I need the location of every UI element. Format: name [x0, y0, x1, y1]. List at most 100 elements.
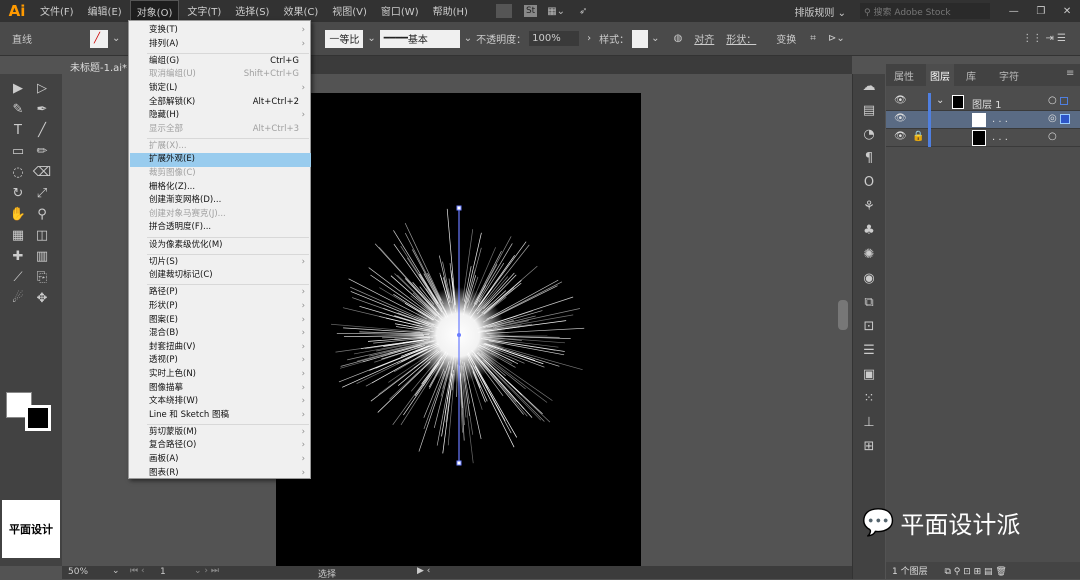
hand-tool-icon[interactable]: ✋ [8, 206, 28, 224]
slice-tool-icon[interactable]: ⟋ [8, 269, 28, 287]
target-icon[interactable]: ○ [1048, 95, 1057, 106]
menu-item[interactable]: 裁剪图像(C) [130, 167, 311, 181]
eyedropper-tool-icon[interactable]: ✚ [8, 248, 28, 266]
menu-1[interactable]: 编辑(E) [82, 0, 128, 23]
rotate-tool-icon[interactable]: ↻ [8, 185, 28, 203]
close-icon[interactable]: ✕ [1063, 6, 1071, 17]
panel-icon[interactable]: ♣ [859, 222, 879, 240]
panel-icon[interactable]: ◉ [859, 270, 879, 288]
menu-item[interactable]: 透视(P)› [130, 354, 311, 368]
menu-item[interactable]: 取消编组(U)Shift+Ctrl+G [130, 68, 311, 82]
menu-item[interactable]: 切片(S)› [130, 256, 311, 270]
artboard-tool-icon[interactable]: ⎘ [32, 269, 52, 287]
eye-icon[interactable]: 👁 [894, 113, 907, 124]
panel-options-icon[interactable]: ⋮⋮ ⇥ ☰ [1022, 33, 1066, 44]
zoom-tool-icon[interactable]: ⚲ [32, 206, 52, 224]
minimize-icon[interactable]: — [1009, 6, 1019, 17]
chevron-down-icon[interactable]: ⌄ [936, 95, 944, 106]
curvature-tool-icon[interactable]: ✒ [32, 101, 52, 119]
eye-icon[interactable]: 👁 [894, 131, 907, 142]
panel-icon[interactable]: ⁙ [859, 390, 879, 408]
tab-libraries[interactable]: 库 [966, 68, 976, 83]
tab-layers[interactable]: 图层 [926, 64, 954, 87]
menu-item[interactable]: 变换(T)› [130, 24, 311, 38]
style-swatch[interactable] [632, 30, 648, 48]
menu-item[interactable]: 文本绕排(W)› [130, 395, 311, 409]
panel-icon[interactable]: ✺ [859, 246, 879, 264]
panel-icon[interactable]: O [859, 174, 879, 192]
menu-item[interactable]: 显示全部Alt+Ctrl+3 [130, 123, 311, 137]
menu-item[interactable]: 图案(E)› [130, 314, 311, 328]
panel-menu-icon[interactable]: ≡ [1066, 68, 1074, 79]
chevron-down-icon[interactable]: ⌄ [112, 33, 120, 44]
layer-name[interactable]: . . . [992, 114, 1008, 125]
chevron-right-icon[interactable]: › [587, 33, 591, 44]
fill-stroke-swatch[interactable] [6, 392, 32, 418]
panel-icon[interactable]: ¶ [859, 150, 879, 168]
menu-8[interactable]: 帮助(H) [427, 0, 474, 23]
arrange-documents-icon[interactable]: ▦⌄ [547, 6, 565, 17]
menu-item[interactable]: 创建裁切标记(C) [130, 269, 311, 283]
menu-6[interactable]: 视图(V) [326, 0, 373, 23]
workspace-switcher[interactable]: 排版规则 ⌄ [794, 4, 846, 19]
menu-item[interactable]: 复合路径(O)› [130, 439, 311, 453]
layer-name[interactable]: . . . [992, 132, 1008, 143]
panel-icon[interactable]: ⊞ [859, 438, 879, 456]
stock-search-input[interactable]: ⚲ 搜索 Adobe Stock [860, 3, 990, 19]
eye-icon[interactable]: 👁 [894, 95, 907, 106]
zoom-level[interactable]: 50% [68, 567, 88, 577]
menu-item[interactable]: 画板(A)› [130, 453, 311, 467]
layer-row[interactable]: 👁 🔒 . . . ○ [886, 129, 1080, 147]
play-icon[interactable]: ▶ ‹ [417, 566, 430, 576]
eraser-tool-icon[interactable]: ⌫ [32, 164, 52, 182]
next-artboard-icon[interactable]: ⌄ › ⏭ [194, 566, 219, 576]
panel-icon[interactable]: ▤ [859, 102, 879, 120]
transform-link[interactable]: 变换 [776, 31, 796, 46]
panel-icon[interactable]: ⊡ [859, 318, 879, 336]
menu-0[interactable]: 文件(F) [34, 0, 80, 23]
target-icon[interactable]: ◎ [1048, 113, 1057, 124]
layer-row[interactable]: 👁 ⌄ 图层 1 ○ [886, 93, 1080, 111]
stroke-profile-select[interactable]: — 等比 [325, 30, 363, 48]
menu-item[interactable]: 图表(R)› [130, 467, 311, 481]
selection-tool-icon[interactable]: ▶ [8, 80, 28, 98]
vertical-scrollbar[interactable] [838, 300, 848, 330]
menu-item[interactable]: 全部解锁(K)Alt+Ctrl+2 [130, 96, 311, 110]
selection-indicator[interactable] [1060, 114, 1070, 124]
lock-icon[interactable]: 🔒 [912, 131, 924, 142]
first-artboard-icon[interactable]: ⏮ ‹ [130, 566, 145, 576]
align-link[interactable]: 对齐 [694, 31, 714, 46]
recolor-icon[interactable]: ◍ [674, 33, 683, 44]
scale-tool-icon[interactable]: ⤢ [32, 185, 52, 203]
more-options-icon[interactable]: ⊳⌄ [828, 33, 845, 44]
menu-item[interactable]: 扩展(X)... [130, 140, 311, 154]
menu-item[interactable]: 栅格化(Z)... [130, 181, 311, 195]
tab-properties[interactable]: 属性 [894, 68, 914, 83]
stock-icon[interactable]: St [524, 5, 537, 17]
isolate-icon[interactable]: ⌗ [810, 33, 816, 44]
tab-character[interactable]: 字符 [999, 68, 1019, 83]
shape-link[interactable]: 形状： [726, 31, 756, 46]
type-tool-icon[interactable]: T [8, 122, 28, 140]
menu-item[interactable]: 路径(P)› [130, 286, 311, 300]
line-tool-icon[interactable]: ╱ [32, 122, 52, 140]
menu-item[interactable]: 形状(P)› [130, 300, 311, 314]
panel-icon[interactable]: ▣ [859, 366, 879, 384]
graph-tool-icon[interactable]: ▥ [32, 248, 52, 266]
shaper-tool-icon[interactable]: ◌ [8, 164, 28, 182]
menu-item[interactable]: 设为像素级优化(M) [130, 239, 311, 253]
puppet-tool-icon[interactable]: ✥ [32, 290, 52, 308]
menu-item[interactable]: 混合(B)› [130, 327, 311, 341]
menu-item[interactable]: 拼合透明度(F)... [130, 221, 311, 235]
menu-item[interactable]: 封套扭曲(V)› [130, 341, 311, 355]
layer-row-selected[interactable]: 👁 . . . ◎ [886, 111, 1080, 129]
brush-select[interactable]: ━━━━ 基本 [380, 30, 460, 48]
panel-icon[interactable]: ☰ [859, 342, 879, 360]
rocket-icon[interactable]: ➶ [579, 6, 587, 17]
artboard-number[interactable]: 1 [160, 567, 166, 577]
starburst-artwork[interactable] [276, 93, 641, 566]
gradient-tool-icon[interactable]: ◫ [32, 227, 52, 245]
chevron-down-icon[interactable]: ⌄ [651, 33, 659, 44]
menu-item[interactable]: 编组(G)Ctrl+G [130, 55, 311, 69]
panel-icon[interactable]: ⊥ [859, 414, 879, 432]
